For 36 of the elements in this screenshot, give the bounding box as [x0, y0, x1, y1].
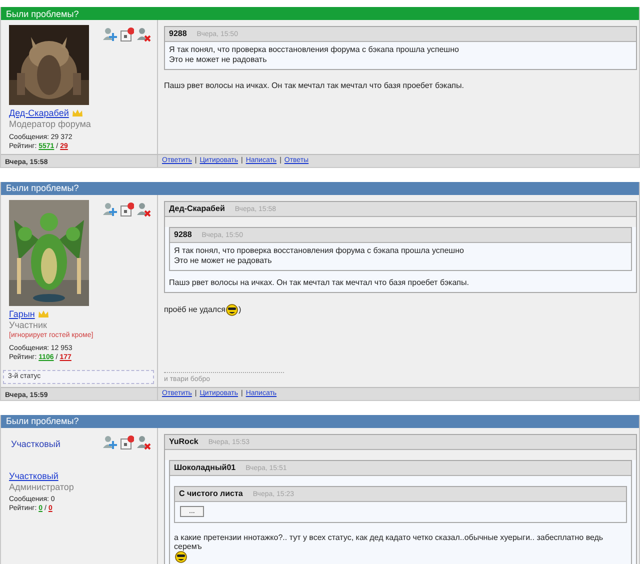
- note-icon[interactable]: [119, 202, 134, 217]
- avatar-alt-text: Участковый: [10, 438, 60, 449]
- message-text: проёб не удался: [164, 305, 226, 314]
- user-remove-icon[interactable]: [136, 434, 151, 450]
- user-role: Модератор форума: [9, 119, 92, 130]
- message-text: а какие претензии ннотажко?.. тут у всех статус, как дед кадато четко сказал..обычные хуерыги.. забесплатно ведь серемъ: [174, 532, 604, 552]
- post-title: Были проблемы?: [6, 416, 79, 426]
- note-icon[interactable]: [119, 434, 134, 450]
- smiley-icon: [175, 551, 187, 564]
- quote-text: Это не может не радовать: [174, 256, 273, 266]
- user-remove-icon[interactable]: [136, 202, 151, 217]
- user-role: Участник: [9, 320, 48, 330]
- smiley-icon: [226, 304, 238, 316]
- user-add-icon[interactable]: [102, 27, 117, 42]
- username-link[interactable]: Гарын: [9, 308, 35, 320]
- quote-author: YuRock: [169, 436, 198, 446]
- quote-author: Дед-Скарабей: [169, 204, 225, 213]
- quote-author: С чистого листа: [179, 488, 243, 498]
- quote-author: 9288: [169, 29, 187, 38]
- post-title: Были проблемы?: [6, 8, 79, 18]
- message-text: Пашэ рвет волосы на ичках. Он так мечтал так мечтал что базя проебет бэкапы.: [164, 81, 464, 90]
- username-link[interactable]: Участковый: [9, 470, 58, 481]
- quote-text: Пашэ рвет волосы на ичках. Он так мечтал так мечтал что базя проебет бэкапы.: [169, 278, 470, 288]
- message-text: ): [238, 305, 242, 314]
- user-role: Администратор: [9, 482, 75, 492]
- quote-author: 9288: [174, 230, 192, 240]
- quote-text: Я так понял, что проверка восстановления форума с бэкапа прошла успешно: [169, 45, 460, 56]
- user-add-icon[interactable]: [102, 202, 117, 217]
- quote-text: Это не может не радовать: [169, 55, 268, 66]
- note-icon[interactable]: [119, 27, 134, 42]
- username-link[interactable]: Дед-Скарабей: [9, 108, 69, 118]
- user-remove-icon[interactable]: [136, 27, 151, 42]
- quote-text: Я так понял, что проверка восстановления форума с бэкапа прошла успешно: [174, 246, 465, 256]
- post-title: Были проблемы?: [6, 183, 79, 194]
- user-add-icon[interactable]: [102, 434, 117, 450]
- quote-author: Шоколадный01: [174, 462, 236, 472]
